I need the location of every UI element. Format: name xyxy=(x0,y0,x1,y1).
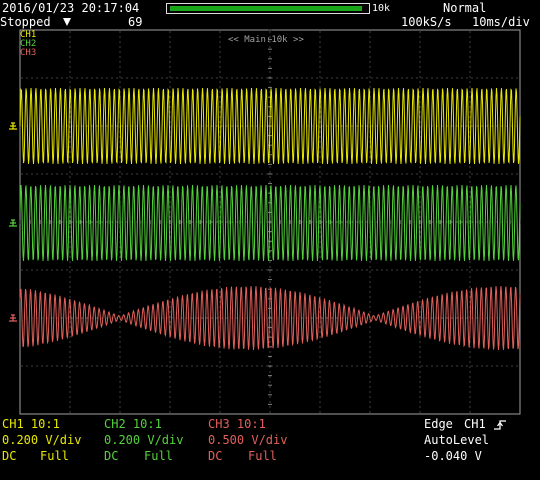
ch3-bandwidth: Full xyxy=(248,449,277,463)
ch3-ground-marker[interactable] xyxy=(9,314,17,322)
ch2-ground-marker[interactable] xyxy=(9,219,17,227)
ch3-scale[interactable]: 0.500 V/div xyxy=(208,433,287,447)
ch2-trace xyxy=(19,184,521,261)
ch1-label[interactable]: CH1 10:1 xyxy=(2,417,60,431)
timebase[interactable]: 10ms/div xyxy=(472,15,530,29)
trigger-mode[interactable]: Normal xyxy=(443,1,486,15)
trigger-mode-auto[interactable]: AutoLevel xyxy=(424,433,489,447)
ch2-bandwidth: Full xyxy=(144,449,173,463)
ch3-label[interactable]: CH3 10:1 xyxy=(208,417,266,431)
zoom-label: << Main:10k >> xyxy=(228,35,304,45)
ch3-coupling: DC xyxy=(208,449,223,463)
ch1-bandwidth: Full xyxy=(40,449,69,463)
ch1-trace xyxy=(19,87,521,165)
waveform-traces xyxy=(19,87,521,351)
ch2-coupling: DC xyxy=(104,449,119,463)
legend-ch3: CH3 xyxy=(20,48,37,58)
scope-screen xyxy=(9,29,521,415)
rising-edge-icon xyxy=(494,420,506,430)
ch1-ground-marker[interactable] xyxy=(9,122,17,130)
run-status[interactable]: Stopped xyxy=(0,15,51,29)
trigger-source[interactable]: CH1 xyxy=(464,417,486,431)
ch2-scale[interactable]: 0.200 V/div xyxy=(104,433,183,447)
trigger-level[interactable]: -0.040 V xyxy=(424,449,482,463)
sample-rate: 100kS/s xyxy=(401,15,452,29)
trigger-type[interactable]: Edge xyxy=(424,417,453,431)
channel-ground-markers xyxy=(9,122,17,322)
ch1-scale[interactable]: 0.200 V/div xyxy=(2,433,81,447)
memory-position-bar[interactable] xyxy=(166,3,370,14)
ch1-coupling: DC xyxy=(2,449,17,463)
memory-position-fill xyxy=(170,6,362,11)
acquisition-count: 69 xyxy=(128,15,143,29)
memory-label: 10k xyxy=(372,3,391,14)
datetime: 2016/01/23 20:17:04 xyxy=(2,1,140,15)
ch2-label[interactable]: CH2 10:1 xyxy=(104,417,162,431)
trigger-position-icon xyxy=(63,18,71,26)
